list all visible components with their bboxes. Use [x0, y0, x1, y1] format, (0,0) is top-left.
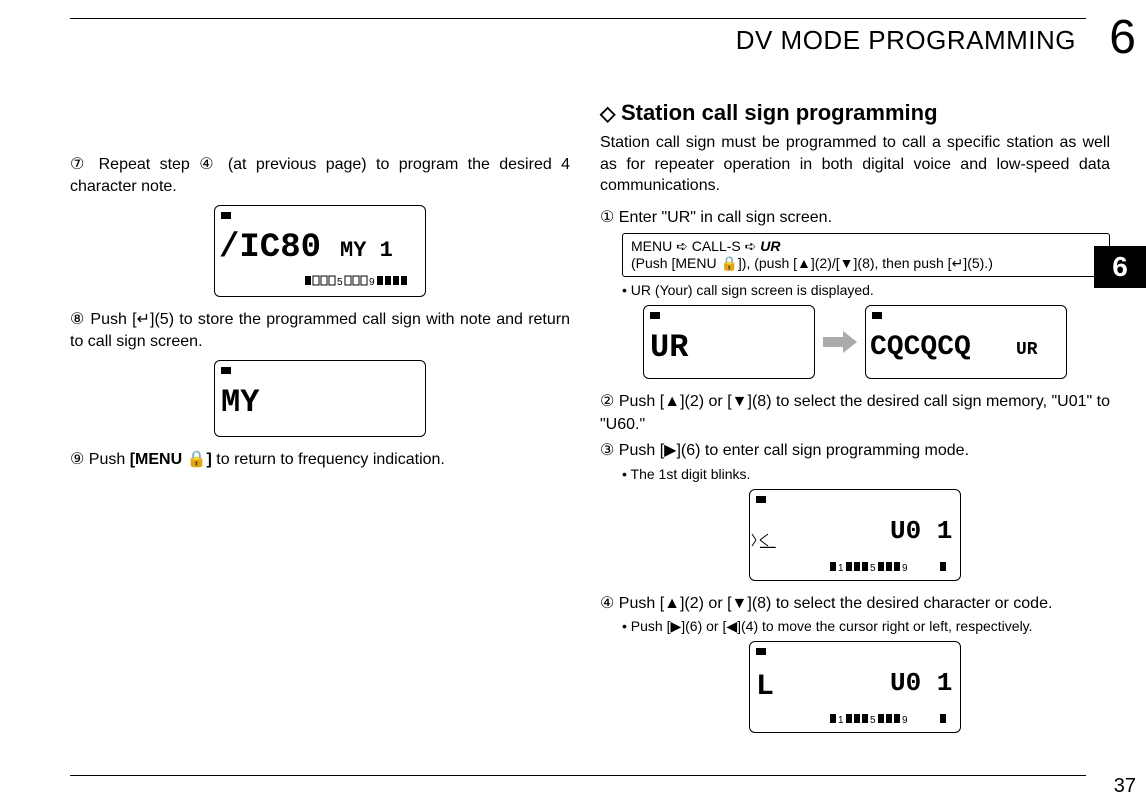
svg-text:U0 1: U0 1 — [890, 668, 952, 698]
step-8: ⑧ Push [↵](5) to store the programmed ca… — [70, 309, 570, 354]
lcd-ic80: /IC80 MY 1 5 9 — [214, 205, 426, 297]
step-9: ⑨ Push [MENU 🔒] to return to frequency i… — [70, 449, 570, 471]
svg-text:CQCQCQ: CQCQCQ — [870, 332, 971, 363]
step-1: ① Enter "UR" in call sign screen. — [600, 207, 1110, 229]
step-4-note: • Push [▶](6) or [◀](4) to move the curs… — [622, 617, 1110, 635]
menu-path-line1a: MENU ➪ CALL-S ➪ — [631, 238, 760, 254]
lcd-u01-char: L U0 1 1 5 9 — [749, 641, 961, 733]
svg-text:1: 1 — [838, 715, 844, 726]
section-title: Station call sign programming — [600, 100, 1110, 126]
svg-text:/IC80: /IC80 — [219, 229, 321, 267]
menu-path-line2: (Push [MENU 🔒]), (push [▲](2)/[▼](8), th… — [631, 255, 1101, 272]
step-3-note: • The 1st digit blinks. — [622, 465, 1110, 483]
chapter-number: 6 — [1109, 10, 1136, 65]
svg-text:MY: MY — [221, 384, 260, 421]
svg-text:5: 5 — [870, 563, 876, 574]
lcd-u01-blink: _ U0 1 1 5 9 — [749, 489, 961, 581]
svg-text:9: 9 — [902, 715, 908, 726]
step-1-note: • UR (Your) call sign screen is displaye… — [622, 281, 1110, 299]
menu-path-ur: UR — [760, 238, 780, 254]
footer-rule — [70, 775, 1086, 776]
lcd-ur-right: CQCQCQ UR — [865, 305, 1067, 379]
svg-text:UR: UR — [650, 329, 689, 366]
svg-text:L: L — [756, 670, 774, 704]
arrow-right-icon — [823, 327, 857, 357]
header-rule — [70, 18, 1086, 19]
svg-text:UR: UR — [1016, 340, 1038, 360]
svg-text:5: 5 — [337, 277, 343, 288]
svg-text:U0 1: U0 1 — [890, 516, 952, 546]
svg-text:9: 9 — [369, 277, 375, 288]
step-3: ③ Push [▶](6) to enter call sign program… — [600, 440, 1110, 462]
section-intro: Station call sign must be programmed to … — [600, 132, 1110, 197]
svg-text:_: _ — [759, 523, 776, 553]
step-4: ④ Push [▲](2) or [▼](8) to select the de… — [600, 593, 1110, 615]
page-root: DV MODE PROGRAMMING 6 6 ⑦ Repeat step ④ … — [0, 0, 1146, 804]
step-9-pre: ⑨ Push — [70, 451, 130, 468]
svg-text:MY 1: MY 1 — [340, 238, 393, 263]
page-number: 37 — [1114, 775, 1136, 798]
step-9-post: to return to frequency indication. — [216, 451, 445, 468]
step-2: ② Push [▲](2) or [▼](8) to select the de… — [600, 391, 1110, 436]
svg-text:1: 1 — [838, 563, 844, 574]
left-column: ⑦ Repeat step ④ (at previous page) to pr… — [70, 150, 570, 473]
step-7: ⑦ Repeat step ④ (at previous page) to pr… — [70, 154, 570, 199]
lcd-my: MY — [214, 360, 426, 437]
menu-button-label: [MENU 🔒] — [130, 451, 212, 468]
right-column: Station call sign programming Station ca… — [600, 100, 1110, 745]
menu-path-box: MENU ➪ CALL-S ➪ UR (Push [MENU 🔒]), (pus… — [622, 233, 1110, 277]
lcd-ur-left: UR — [643, 305, 815, 379]
svg-text:9: 9 — [902, 563, 908, 574]
lcd-ur-pair: UR CQCQCQ UR — [600, 305, 1110, 379]
svg-text:5: 5 — [870, 715, 876, 726]
chapter-title: DV MODE PROGRAMMING — [736, 25, 1076, 56]
